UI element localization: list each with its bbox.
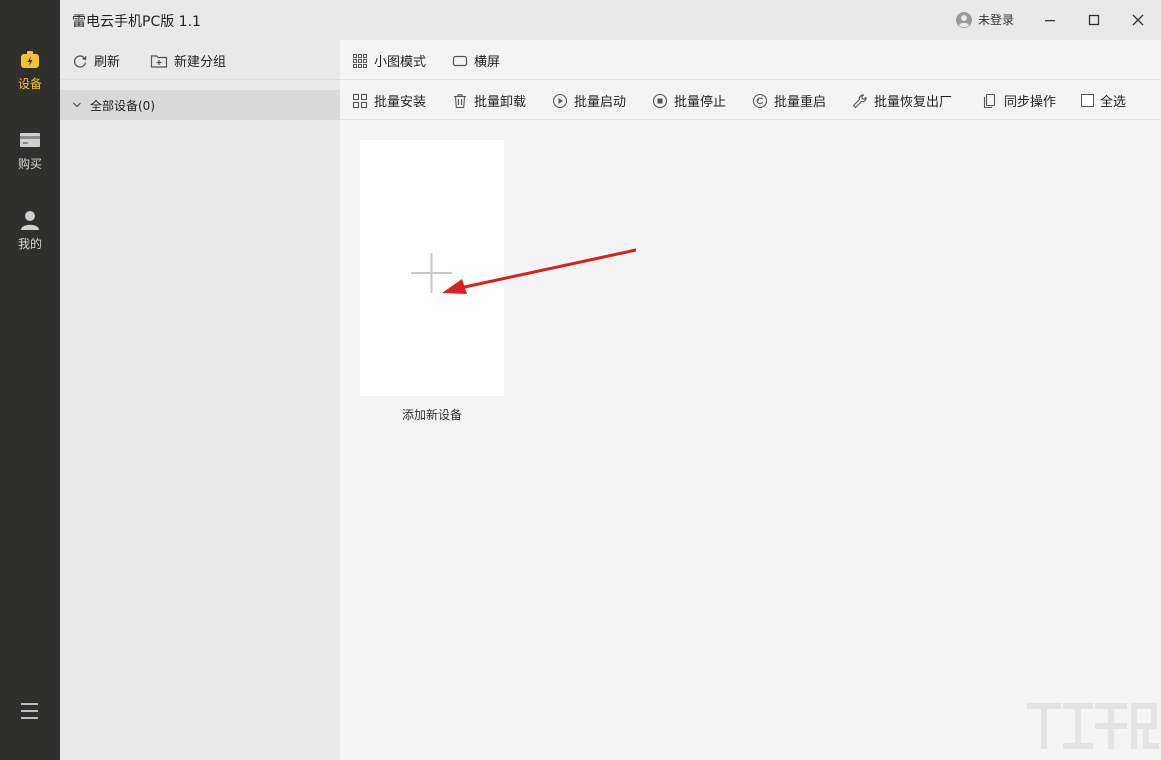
batch-uninstall-button[interactable]: 批量卸载: [452, 91, 526, 110]
batch-start-button[interactable]: 批量启动: [552, 91, 626, 110]
card-icon: [18, 128, 42, 152]
landscape-label: 横屏: [474, 55, 501, 70]
sync-operation-button[interactable]: 同步操作: [982, 91, 1056, 110]
chevron-down-icon: [73, 102, 81, 108]
login-label: 未登录: [978, 13, 1015, 27]
batch-stop-button[interactable]: 批量停止: [652, 91, 726, 110]
refresh-button[interactable]: 刷新: [72, 51, 120, 70]
login-button[interactable]: 未登录: [956, 11, 1014, 28]
batch-start-label: 批量启动: [574, 95, 627, 110]
minimize-button[interactable]: [1040, 10, 1060, 30]
batch-restart-button[interactable]: 批量重启: [752, 91, 826, 110]
app-title: 雷电云手机PC版 1.1: [72, 14, 201, 30]
batch-restore-button[interactable]: 批量恢复出厂: [852, 91, 952, 110]
rail-item-label: 设备: [17, 77, 42, 91]
device-area: 小图模式 横屏 批量安装 批量卸载 批量启动 批量停止 批量重启 批量恢复出厂 …: [340, 40, 1161, 760]
hamburger-icon[interactable]: [18, 700, 42, 722]
grid-icon: [353, 53, 367, 68]
landscape-icon: [452, 55, 468, 66]
wrench-icon: [852, 93, 867, 108]
batch-install-button[interactable]: 批量安装: [352, 91, 426, 110]
title-bar: 雷电云手机PC版 1.1 未登录: [60, 0, 1161, 40]
close-icon: [1132, 14, 1144, 26]
small-view-button[interactable]: 小图模式: [352, 51, 426, 70]
left-rail: 设备 购买 我的: [0, 0, 60, 760]
batch-install-label: 批量安装: [374, 95, 427, 110]
batch-stop-label: 批量停止: [674, 95, 727, 110]
rail-item-devices[interactable]: 设备: [0, 42, 60, 102]
rail-item-mine[interactable]: 我的: [0, 202, 60, 262]
batch-restart-label: 批量重启: [774, 95, 827, 110]
stop-icon: [652, 93, 668, 108]
sync-operation-label: 同步操作: [1004, 95, 1057, 110]
restart-icon: [752, 93, 768, 108]
group-item-all-devices[interactable]: 全部设备(0): [60, 90, 340, 120]
person-icon: [18, 208, 42, 232]
rail-item-label: 我的: [17, 237, 42, 251]
view-toolbar: 小图模式 横屏: [340, 40, 1161, 80]
batch-restore-label: 批量恢复出厂: [874, 95, 953, 110]
rail-item-buy[interactable]: 购买: [0, 122, 60, 182]
play-icon: [552, 93, 568, 108]
batch-toolbar: 批量安装 批量卸载 批量启动 批量停止 批量重启 批量恢复出厂 同步操作 全选: [340, 80, 1161, 120]
select-all-checkbox[interactable]: 全选: [1081, 91, 1126, 110]
new-group-label: 新建分组: [174, 55, 227, 70]
group-item-label: 全部设备(0): [90, 98, 155, 113]
account-avatar-icon: [956, 11, 972, 28]
trash-icon: [454, 93, 466, 108]
small-view-label: 小图模式: [374, 55, 427, 70]
maximize-icon: [1088, 14, 1100, 26]
maximize-button[interactable]: [1084, 10, 1104, 30]
sync-devices-icon: [983, 93, 996, 108]
add-device-label: 添加新设备: [401, 408, 462, 422]
refresh-icon: [73, 54, 87, 68]
apps-icon: [352, 93, 368, 108]
new-group-button[interactable]: 新建分组: [150, 51, 226, 70]
batch-uninstall-label: 批量卸载: [474, 95, 527, 110]
folder-plus-icon: [150, 54, 168, 68]
checkbox-box: [1081, 94, 1094, 107]
add-device-card[interactable]: [360, 140, 504, 396]
minimize-icon: [1045, 20, 1055, 22]
device-battery-icon: [18, 48, 42, 72]
group-toolbar: 刷新 新建分组: [60, 40, 340, 80]
plus-icon: [411, 253, 452, 293]
rail-item-label: 购买: [17, 157, 42, 171]
refresh-label: 刷新: [94, 55, 121, 70]
group-panel: 刷新 新建分组 全部设备(0): [60, 40, 340, 760]
select-all-label: 全选: [1100, 95, 1127, 110]
close-button[interactable]: [1128, 10, 1148, 30]
landscape-button[interactable]: 横屏: [452, 51, 500, 70]
